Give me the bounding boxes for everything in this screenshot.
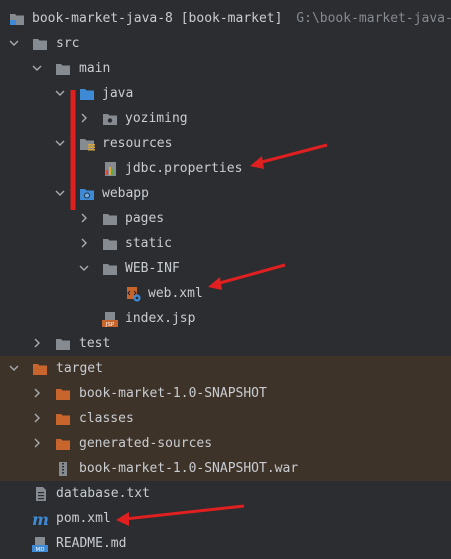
tree-row-resources[interactable]: resources — [0, 131, 451, 156]
tree-row-static[interactable]: static — [0, 231, 451, 256]
tree-row-main[interactable]: main — [0, 56, 451, 81]
properties-file-icon — [102, 161, 118, 177]
tree-label-static: static — [125, 236, 172, 251]
tree-row-snapshot-dir[interactable]: book-market-1.0-SNAPSHOT — [0, 381, 451, 406]
text-file-icon — [33, 486, 49, 502]
xml-config-icon — [125, 286, 141, 302]
tree-row-project-root[interactable]: book-market-java-8 [book-market] G:\book… — [0, 6, 451, 31]
tree-row-jdbc-properties[interactable]: jdbc.properties — [0, 156, 451, 181]
package-icon — [102, 111, 118, 127]
tree-row-java[interactable]: java — [0, 81, 451, 106]
folder-icon — [32, 36, 48, 52]
tree-row-readme-md[interactable]: MD README.md — [0, 531, 451, 556]
tree-row-snapshot-war[interactable]: book-market-1.0-SNAPSHOT.war — [0, 456, 451, 481]
tree-label-yoziming: yoziming — [125, 111, 188, 126]
tree-row-pages[interactable]: pages — [0, 206, 451, 231]
tree-label-src: src — [56, 36, 80, 51]
module-name: [book-market] — [180, 11, 283, 26]
tree-row-generated-sources[interactable]: generated-sources — [0, 431, 451, 456]
tree-row-classes[interactable]: classes — [0, 406, 451, 431]
module-folder-icon — [9, 11, 25, 27]
tree-label-target: target — [56, 361, 103, 376]
tree-label-generated-sources: generated-sources — [79, 436, 213, 451]
chevron-right-icon[interactable] — [31, 331, 43, 356]
tree-label-main: main — [79, 61, 111, 76]
folder-icon — [102, 236, 118, 252]
tree-label-readme-md: README.md — [56, 536, 127, 551]
chevron-right-icon[interactable] — [31, 406, 43, 431]
chevron-down-icon[interactable] — [8, 31, 20, 56]
folder-icon — [55, 61, 71, 77]
chevron-right-icon[interactable] — [78, 206, 90, 231]
war-archive-icon — [55, 461, 71, 477]
source-folder-icon — [79, 86, 95, 102]
folder-icon — [102, 211, 118, 227]
chevron-down-icon[interactable] — [54, 181, 66, 206]
web-folder-icon — [79, 186, 95, 202]
tree-label-snapshot-war: book-market-1.0-SNAPSHOT.war — [79, 461, 299, 476]
tree-label-index-jsp: index.jsp — [125, 311, 196, 326]
tree-label-snapshot-dir: book-market-1.0-SNAPSHOT — [79, 386, 267, 401]
tree-row-target[interactable]: target — [0, 356, 451, 381]
svg-text:MD: MD — [36, 547, 45, 552]
excluded-folder-icon — [55, 386, 71, 402]
tree-row-pom-xml[interactable]: m pom.xml — [0, 506, 451, 531]
project-name: book-market-java-8 — [32, 11, 173, 26]
folder-icon — [55, 336, 71, 352]
chevron-right-icon[interactable] — [78, 231, 90, 256]
tree-row-test[interactable]: test — [0, 331, 451, 356]
markdown-icon: MD — [32, 536, 48, 553]
tree-row-yoziming[interactable]: yoziming — [0, 106, 451, 131]
tree-label-webapp: webapp — [102, 186, 149, 201]
tree-label-resources: resources — [102, 136, 173, 151]
project-path: G:\book-market-java-8 — [296, 11, 451, 26]
tree-row-src[interactable]: src — [0, 31, 451, 56]
excluded-folder-icon — [55, 436, 71, 452]
svg-text:JSP: JSP — [105, 322, 115, 327]
jsp-file-icon: JSP — [102, 311, 118, 328]
svg-text:m: m — [32, 511, 49, 527]
project-tree: book-market-java-8 [book-market] G:\book… — [0, 6, 451, 556]
excluded-folder-icon — [32, 361, 48, 377]
tree-label-jdbc-properties: jdbc.properties — [125, 161, 243, 176]
tree-label-web-xml: web.xml — [148, 286, 203, 301]
chevron-down-icon[interactable] — [78, 256, 90, 281]
tree-label-pom-xml: pom.xml — [56, 511, 111, 526]
tree-label-java: java — [102, 86, 134, 101]
resources-folder-icon — [79, 136, 95, 152]
maven-icon: m — [32, 510, 49, 529]
chevron-right-icon[interactable] — [31, 381, 43, 406]
chevron-down-icon[interactable] — [54, 81, 66, 106]
tree-label-database-txt: database.txt — [56, 486, 150, 501]
tree-label-web-inf: WEB-INF — [125, 261, 180, 276]
tree-row-database-txt[interactable]: database.txt — [0, 481, 451, 506]
chevron-down-icon[interactable] — [54, 131, 66, 156]
folder-icon — [102, 261, 118, 277]
tree-row-index-jsp[interactable]: JSP index.jsp — [0, 306, 451, 331]
tree-label-classes: classes — [79, 411, 134, 426]
tree-label-pages: pages — [125, 211, 165, 226]
tree-label-test: test — [79, 336, 111, 351]
excluded-folder-icon — [55, 411, 71, 427]
chevron-right-icon[interactable] — [78, 106, 90, 131]
tree-row-web-xml[interactable]: web.xml — [0, 281, 451, 306]
tree-row-web-inf[interactable]: WEB-INF — [0, 256, 451, 281]
chevron-down-icon[interactable] — [31, 56, 43, 81]
chevron-down-icon[interactable] — [8, 356, 20, 381]
tree-row-webapp[interactable]: webapp — [0, 181, 451, 206]
chevron-right-icon[interactable] — [31, 431, 43, 456]
